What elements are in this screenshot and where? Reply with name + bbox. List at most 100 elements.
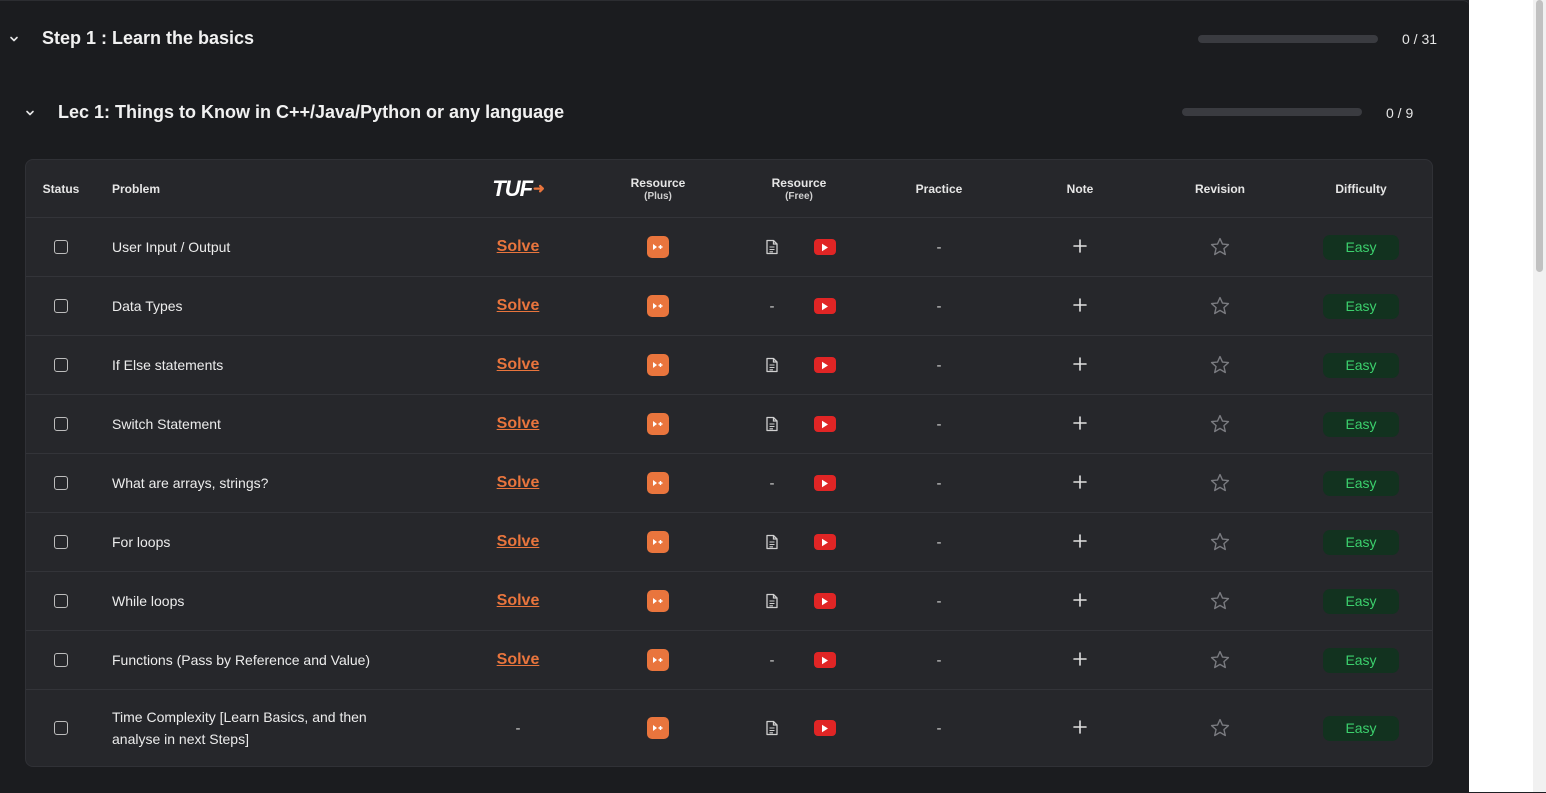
lecture-progress-count: 0 / 9 <box>1386 105 1414 121</box>
tuf-cell: Solve <box>458 454 578 512</box>
difficulty-cell: Easy <box>1301 454 1421 512</box>
solve-link[interactable]: Solve <box>497 238 540 256</box>
step-title: Step 1 : Learn the basics <box>42 28 255 48</box>
header-problem: Problem <box>112 181 161 196</box>
plus-video-icon[interactable] <box>647 590 669 612</box>
solve-link[interactable]: Solve <box>497 474 540 492</box>
youtube-icon[interactable] <box>814 475 836 491</box>
practice-cell: - <box>879 336 999 394</box>
revision-cell <box>1160 336 1280 394</box>
sheet-panel: Step 1 : Learn the basics 0 / 31 Lec 1: … <box>0 0 1469 793</box>
scrollbar-thumb[interactable] <box>1536 0 1543 272</box>
youtube-icon[interactable] <box>814 298 836 314</box>
youtube-icon[interactable] <box>814 534 836 550</box>
youtube-icon[interactable] <box>814 720 836 736</box>
youtube-icon[interactable] <box>814 593 836 609</box>
article-icon[interactable] <box>765 593 779 609</box>
plus-video-icon[interactable] <box>647 472 669 494</box>
plus-video-icon[interactable] <box>647 354 669 376</box>
practice-cell: - <box>879 513 999 571</box>
solve-link[interactable]: Solve <box>497 533 540 551</box>
difficulty-badge: Easy <box>1323 588 1399 614</box>
status-checkbox[interactable] <box>54 721 68 735</box>
youtube-icon[interactable] <box>814 239 836 255</box>
plus-video-icon[interactable] <box>647 531 669 553</box>
step-progress-bar <box>1198 35 1378 43</box>
status-checkbox[interactable] <box>54 358 68 372</box>
header-practice: Practice <box>915 181 963 196</box>
difficulty-badge: Easy <box>1323 647 1399 673</box>
status-cell <box>36 336 86 394</box>
star-icon[interactable] <box>1209 472 1231 494</box>
star-icon[interactable] <box>1209 649 1231 671</box>
status-checkbox[interactable] <box>54 240 68 254</box>
star-icon[interactable] <box>1209 590 1231 612</box>
plus-video-icon[interactable] <box>647 236 669 258</box>
star-icon[interactable] <box>1209 295 1231 317</box>
star-icon[interactable] <box>1209 236 1231 258</box>
star-icon[interactable] <box>1209 413 1231 435</box>
article-icon[interactable] <box>765 534 779 550</box>
note-cell <box>1020 277 1140 335</box>
solve-link[interactable]: Solve <box>497 297 540 315</box>
status-cell <box>36 395 86 453</box>
chevron-down-icon[interactable] <box>8 33 20 45</box>
add-note-icon[interactable] <box>1073 591 1087 611</box>
difficulty-cell: Easy <box>1301 690 1421 766</box>
resource-plus-cell <box>598 395 718 453</box>
solve-link[interactable]: Solve <box>497 356 540 374</box>
article-icon[interactable] <box>765 416 779 432</box>
plus-video-icon[interactable] <box>647 413 669 435</box>
article-icon[interactable] <box>765 720 779 736</box>
youtube-icon[interactable] <box>814 416 836 432</box>
star-icon[interactable] <box>1209 531 1231 553</box>
star-icon[interactable] <box>1209 354 1231 376</box>
add-note-icon[interactable] <box>1073 473 1087 493</box>
article-icon[interactable] <box>765 357 779 373</box>
scrollbar[interactable] <box>1533 0 1546 792</box>
add-note-icon[interactable] <box>1073 355 1087 375</box>
status-cell <box>36 513 86 571</box>
status-checkbox[interactable] <box>54 417 68 431</box>
difficulty-badge: Easy <box>1323 529 1399 555</box>
note-cell <box>1020 690 1140 766</box>
add-note-icon[interactable] <box>1073 650 1087 670</box>
add-note-icon[interactable] <box>1073 718 1087 738</box>
youtube-icon[interactable] <box>814 652 836 668</box>
problem-name: User Input / Output <box>112 239 231 255</box>
table-header: Status Problem TUF ➜ Resource (Plus) Resou… <box>26 160 1432 218</box>
solve-link[interactable]: Solve <box>497 415 540 433</box>
practice-placeholder: - <box>936 592 942 610</box>
plus-video-icon[interactable] <box>647 649 669 671</box>
status-checkbox[interactable] <box>54 299 68 313</box>
status-checkbox[interactable] <box>54 535 68 549</box>
difficulty-cell: Easy <box>1301 631 1421 689</box>
solve-link[interactable]: Solve <box>497 592 540 610</box>
plus-video-icon[interactable] <box>647 295 669 317</box>
chevron-down-icon[interactable] <box>24 107 36 119</box>
add-note-icon[interactable] <box>1073 237 1087 257</box>
star-icon[interactable] <box>1209 717 1231 739</box>
add-note-icon[interactable] <box>1073 532 1087 552</box>
practice-cell: - <box>879 572 999 630</box>
article-icon[interactable] <box>765 239 779 255</box>
note-cell <box>1020 336 1140 394</box>
page-gutter <box>1469 0 1533 792</box>
status-checkbox[interactable] <box>54 594 68 608</box>
status-checkbox[interactable] <box>54 653 68 667</box>
step-header[interactable]: Step 1 : Learn the basics 0 / 31 <box>0 19 1469 59</box>
revision-cell <box>1160 218 1280 276</box>
add-note-icon[interactable] <box>1073 296 1087 316</box>
practice-placeholder: - <box>936 533 942 551</box>
solve-link[interactable]: Solve <box>497 651 540 669</box>
article-cell: - <box>749 277 795 335</box>
status-checkbox[interactable] <box>54 476 68 490</box>
header-revision: Revision <box>1194 181 1245 196</box>
article-cell: - <box>749 631 795 689</box>
article-cell <box>749 513 795 571</box>
add-note-icon[interactable] <box>1073 414 1087 434</box>
table-row: Data Types Solve - - Easy <box>26 277 1432 336</box>
plus-video-icon[interactable] <box>647 717 669 739</box>
youtube-icon[interactable] <box>814 357 836 373</box>
difficulty-badge: Easy <box>1323 234 1399 260</box>
